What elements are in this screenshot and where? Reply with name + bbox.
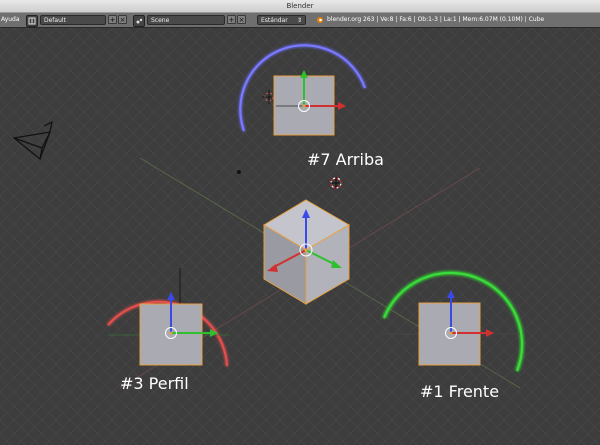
scene-value: Scene	[151, 17, 170, 24]
remove-icon: ×	[119, 16, 126, 24]
lamp-object[interactable]	[237, 170, 241, 174]
remove-icon: ×	[238, 16, 245, 24]
screen-layout-icon[interactable]	[26, 15, 38, 27]
blender-logo-icon	[316, 15, 324, 25]
label-side-view: #3 Perfil	[120, 374, 189, 393]
screen-layout-field[interactable]: Default	[40, 15, 106, 25]
dropdown-chevron-icon: ⇕	[296, 17, 302, 24]
render-engine-value: Estándar	[261, 17, 288, 24]
viewport-canvas[interactable]	[0, 28, 600, 445]
3d-viewport[interactable]: #7 Arriba #3 Perfil #1 Frente	[0, 28, 600, 445]
label-front-view: #1 Frente	[420, 382, 500, 401]
window-title: Blender	[286, 2, 314, 10]
window-titlebar: Blender	[0, 0, 600, 13]
screen-layout-value: Default	[44, 17, 66, 24]
info-header: Ayuda Default + × Scene + × Estándar ⇕ b…	[0, 13, 600, 28]
add-icon: +	[228, 16, 235, 24]
add-layout-button[interactable]: +	[108, 15, 117, 24]
menu-help[interactable]: Ayuda	[0, 15, 20, 25]
add-icon: +	[109, 16, 116, 24]
add-scene-button[interactable]: +	[227, 15, 236, 24]
scene-icon[interactable]	[133, 15, 145, 27]
remove-layout-button[interactable]: ×	[118, 15, 127, 24]
status-info: blender.org 263 | Ve:8 | Fa:6 | Ob:1-3 |…	[327, 16, 545, 23]
render-engine-dropdown[interactable]: Estándar ⇕	[257, 15, 306, 25]
remove-scene-button[interactable]: ×	[237, 15, 246, 24]
scene-field[interactable]: Scene	[147, 15, 225, 25]
label-top-view: #7 Arriba	[307, 150, 384, 169]
